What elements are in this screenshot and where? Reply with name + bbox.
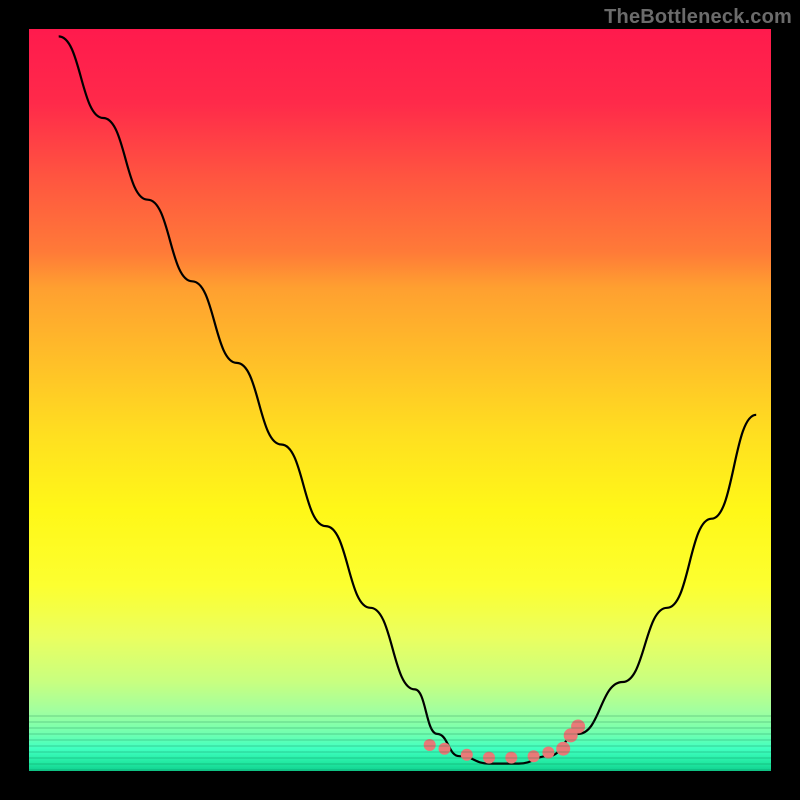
optimal-marker xyxy=(556,742,570,756)
optimal-marker xyxy=(461,749,473,761)
optimal-marker xyxy=(528,750,540,762)
optimal-marker xyxy=(571,720,585,734)
optimal-range-markers xyxy=(424,720,585,764)
optimal-marker xyxy=(483,752,495,764)
plot-area xyxy=(29,29,771,771)
optimal-marker xyxy=(424,739,436,751)
chart-svg xyxy=(29,29,771,771)
chart-container: TheBottleneck.com xyxy=(0,0,800,800)
optimal-marker xyxy=(505,752,517,764)
bottleneck-curve xyxy=(59,36,757,763)
watermark-text: TheBottleneck.com xyxy=(604,6,792,29)
optimal-marker xyxy=(542,747,554,759)
optimal-marker xyxy=(564,728,578,742)
optimal-marker xyxy=(439,743,451,755)
